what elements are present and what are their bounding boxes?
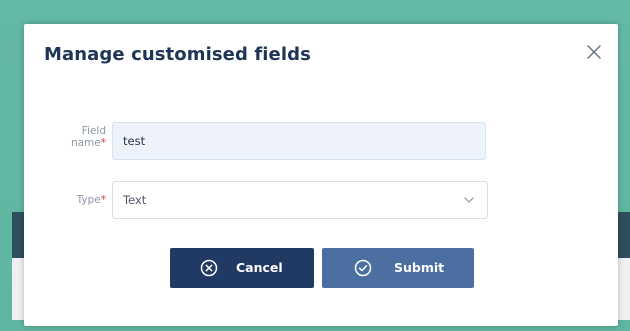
circle-check-icon (354, 259, 372, 277)
background-panel-left (12, 258, 24, 320)
submit-button[interactable]: Submit (322, 248, 474, 288)
close-icon (587, 45, 601, 59)
circle-x-icon (200, 259, 218, 277)
field-name-input[interactable] (112, 122, 486, 160)
chevron-down-icon (464, 197, 474, 203)
type-select-value: Text (123, 193, 147, 207)
manage-fields-modal: Manage customised fields Field name* Typ… (24, 24, 618, 326)
field-name-label: Field name* (48, 125, 106, 149)
modal-title: Manage customised fields (44, 44, 311, 65)
close-button[interactable] (584, 42, 604, 62)
type-select[interactable]: Text (112, 181, 488, 219)
type-label: Type* (76, 194, 106, 206)
background-panel-right (618, 258, 630, 320)
cancel-button-label: Cancel (236, 260, 283, 275)
background-header-strip-left (12, 212, 24, 258)
required-marker: * (100, 194, 106, 206)
submit-button-label: Submit (394, 260, 445, 275)
required-marker: * (100, 137, 106, 149)
field-name-label-line1: Field (81, 125, 106, 137)
field-name-label-line2: name* (70, 137, 106, 149)
background-header-strip-right (618, 212, 630, 258)
cancel-button[interactable]: Cancel (170, 248, 314, 288)
